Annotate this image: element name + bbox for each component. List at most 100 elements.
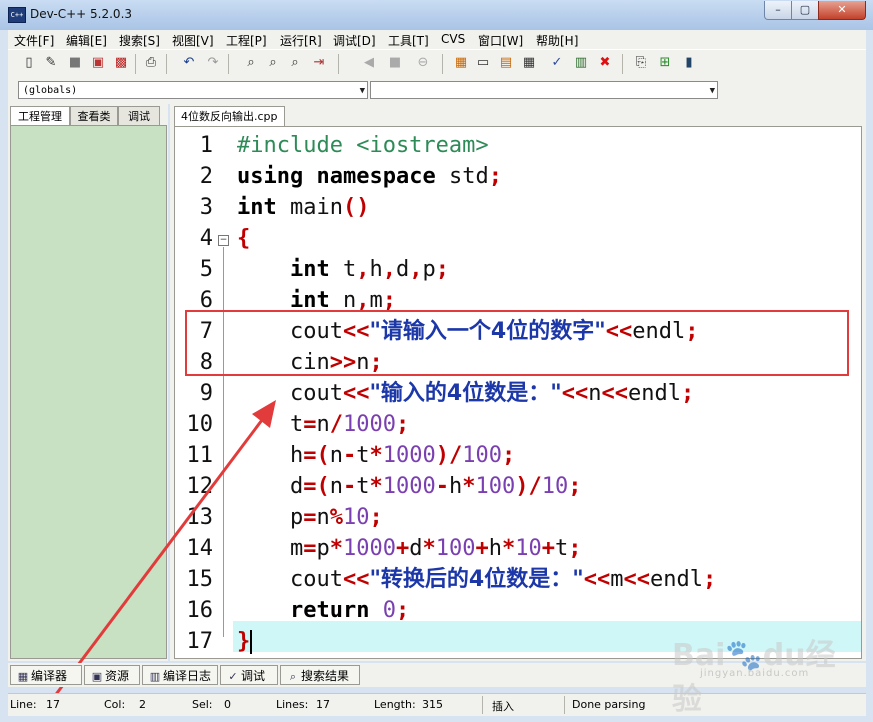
chevron-down-icon: ▼ (709, 86, 715, 96)
save-all-icon[interactable]: ▣ (89, 54, 107, 72)
code-line-4: { (237, 223, 250, 254)
code-string: "转换后的4位数是：" (369, 567, 584, 592)
members-combo[interactable]: ▼ (370, 81, 718, 99)
status-lines-value: 17 (316, 698, 330, 711)
minimize-button[interactable]: – (764, 1, 792, 20)
code-token: << (583, 567, 611, 592)
line-number: 12 (186, 474, 214, 499)
tab-label: 资源 (105, 669, 130, 683)
new-icon[interactable]: ▯ (20, 54, 38, 72)
status-lines-label: Lines: (276, 698, 309, 711)
chart-icon[interactable]: ▥ (572, 54, 590, 72)
tab-debug[interactable]: 调试 (118, 106, 160, 125)
code-token: () (342, 195, 370, 220)
code-token: } (237, 629, 251, 654)
menu-search[interactable]: 搜索[S] (119, 32, 160, 49)
find-icon[interactable]: ⌕ (242, 54, 260, 72)
tab-project-manager[interactable]: 工程管理 (10, 106, 70, 125)
code-string: "输入的4位数是：" (369, 381, 562, 406)
file-tab[interactable]: 4位数反向输出.cpp (174, 106, 285, 127)
menu-window[interactable]: 窗口[W] (478, 32, 523, 49)
scope-combo-value: (globals) (23, 85, 78, 96)
code-token: ; (488, 164, 502, 189)
replace-icon[interactable]: ⌕ (264, 54, 282, 72)
title-bar: C++ Dev-C++ 5.2.0.3 – ▢ ✕ (0, 0, 873, 30)
compile-log-icon: ▥ (149, 670, 161, 683)
code-line-12: d=(n-t*1000-h*100)/10; (237, 471, 581, 502)
code-token: cout (289, 567, 343, 592)
code-token: << (342, 567, 370, 592)
menu-file[interactable]: 文件[F] (14, 32, 54, 49)
code-line-13: p=n%10; (237, 502, 383, 533)
tab-compile-log[interactable]: ▥ 编译日志 (142, 665, 218, 685)
bookmark-icon[interactable]: ▮ (680, 54, 698, 72)
status-bar: Line: 17 Col: 2 Sel: 0 Lines: 17 Length:… (8, 693, 866, 716)
status-line-label: Line: (10, 698, 37, 711)
compile-icon[interactable]: ▦ (452, 54, 470, 72)
line-number: 9 (199, 381, 213, 406)
tab-resources[interactable]: ▣ 资源 (84, 665, 140, 685)
menu-run[interactable]: 运行[R] (280, 32, 322, 49)
toolbar-separator (135, 54, 136, 74)
rebuild-icon[interactable]: ▦ (520, 54, 538, 72)
save-icon[interactable]: ■ (66, 54, 84, 72)
open-icon[interactable]: ✎ (42, 54, 60, 72)
compile-run-icon[interactable]: ▤ (497, 54, 515, 72)
close-file-icon[interactable]: ▩ (112, 54, 130, 72)
tab-debug-output[interactable]: ✓ 调试 (220, 665, 278, 685)
code-line-17: } (237, 626, 253, 657)
line-number: 2 (199, 164, 213, 189)
menu-project[interactable]: 工程[P] (226, 32, 267, 49)
line-number: 17 (186, 629, 214, 654)
code-token: t (289, 412, 304, 437)
toolbar-separator (442, 54, 443, 74)
run-icon[interactable]: ▭ (474, 54, 492, 72)
menu-debug[interactable]: 调试[D] (333, 32, 376, 49)
line-number: 16 (186, 598, 214, 623)
code-editor[interactable]: 1 2 3 4 5 6 7 8 9 10 11 12 13 14 15 16 1… (174, 126, 862, 659)
chevron-down-icon: ▼ (359, 86, 365, 96)
tab-compiler[interactable]: ▦ 编译器 (10, 665, 82, 685)
menu-tools[interactable]: 工具[T] (388, 32, 429, 49)
undo-icon[interactable]: ↶ (180, 54, 198, 72)
redo-icon[interactable]: ↷ (204, 54, 222, 72)
code-token: n (316, 412, 330, 437)
goto-bookmark-icon[interactable]: ■ (386, 54, 404, 72)
menu-help[interactable]: 帮助[H] (536, 32, 578, 49)
fold-toggle-icon[interactable]: − (218, 235, 229, 246)
line-number-gutter: 1 2 3 4 5 6 7 8 9 10 11 12 13 14 15 16 1… (175, 127, 233, 658)
add-bookmark-icon[interactable]: ◀ (360, 54, 378, 72)
maximize-button[interactable]: ▢ (791, 1, 819, 20)
goto-line-icon[interactable]: ⇥ (310, 54, 328, 72)
print-icon[interactable]: ⎙ (142, 54, 160, 72)
code-line-1: #include <iostream> (237, 130, 489, 161)
check-icon[interactable]: ✓ (548, 54, 566, 72)
stop-icon[interactable]: ⊖ (414, 54, 432, 72)
close-button[interactable]: ✕ (818, 1, 866, 20)
line-number: 13 (186, 505, 214, 530)
menu-edit[interactable]: 编辑[E] (66, 32, 107, 49)
tab-label: 搜索结果 (301, 669, 350, 683)
code-expression: d=(n-t*1000-h*100)/10; (289, 474, 582, 499)
line-number: 3 (199, 195, 213, 220)
code-token: << (561, 381, 589, 406)
scope-combo[interactable]: (globals) ▼ (18, 81, 368, 99)
tab-class-view[interactable]: 查看类 (70, 106, 118, 125)
code-token: / (329, 412, 343, 437)
code-token: << (623, 567, 650, 592)
menu-view[interactable]: 视图[V] (172, 32, 214, 49)
find-next-icon[interactable]: ⌕ (286, 54, 304, 72)
status-message: Done parsing (572, 698, 646, 711)
insert-icon[interactable]: ⎘ (632, 54, 650, 72)
menu-cvs[interactable]: CVS (441, 32, 465, 46)
resources-icon: ▣ (91, 670, 103, 683)
project-tree[interactable] (10, 125, 167, 659)
code-token: = (303, 412, 317, 437)
code-token: using (237, 164, 304, 189)
code-token: << (342, 381, 370, 406)
code-token: cout (289, 381, 343, 406)
tab-search-results[interactable]: ⌕ 搜索结果 (280, 665, 360, 685)
code-token: n (588, 381, 602, 406)
delete-icon[interactable]: ✖ (596, 54, 614, 72)
new-class-icon[interactable]: ⊞ (656, 54, 674, 72)
